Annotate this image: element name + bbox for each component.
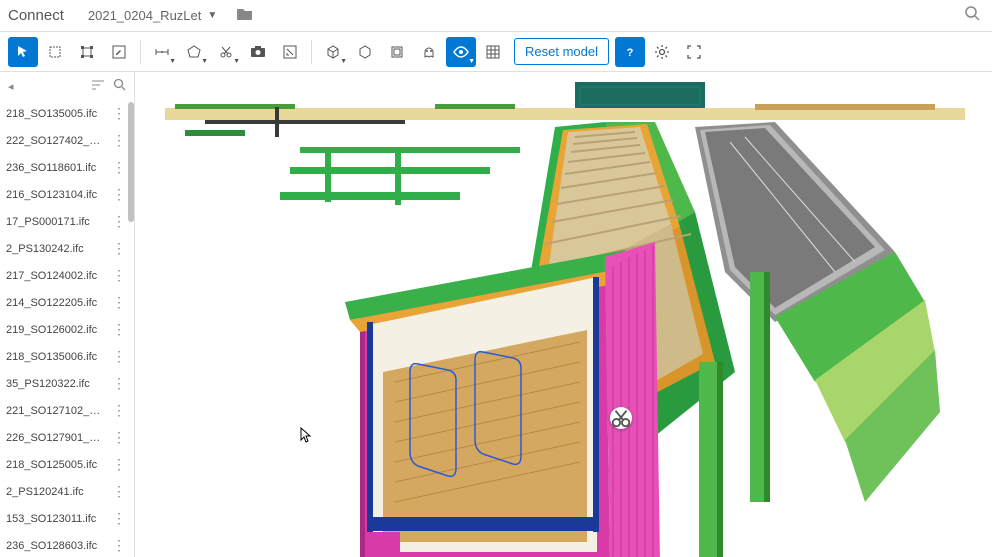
chevron-down-icon: ▼ xyxy=(233,58,240,65)
file-name-label: 218_SO125005.ifc xyxy=(6,459,97,471)
clip-tool[interactable]: ▼ xyxy=(211,37,241,67)
file-item[interactable]: 217_SO124002.ifc ⋮ xyxy=(0,262,134,289)
folder-icon[interactable] xyxy=(237,7,253,24)
file-item[interactable]: 2_PS120241.ifc ⋮ xyxy=(0,478,134,505)
more-icon[interactable]: ⋮ xyxy=(110,537,128,554)
file-name-label: 216_SO123104.ifc xyxy=(6,189,97,201)
file-name-label: 218_SO135006.ifc xyxy=(6,351,97,363)
file-name-label: 219_SO126002.ifc xyxy=(6,324,97,336)
more-icon[interactable]: ⋮ xyxy=(110,321,128,338)
chevron-down-icon: ▼ xyxy=(340,58,347,65)
settings-button[interactable] xyxy=(647,37,677,67)
more-icon[interactable]: ⋮ xyxy=(110,213,128,230)
project-name-label: 2021_0204_RuzLet xyxy=(88,8,202,23)
more-icon[interactable]: ⋮ xyxy=(110,483,128,500)
sidebar-header: ◂ xyxy=(0,72,134,100)
main-toolbar: ▼ ▼ ▼ ▼ ▼ Reset model ? xyxy=(0,32,992,72)
file-name-label: 218_SO135005.ifc xyxy=(6,108,97,120)
camera-tool[interactable] xyxy=(243,37,273,67)
file-name-label: 214_SO122205.ifc xyxy=(6,297,97,309)
more-icon[interactable]: ⋮ xyxy=(110,429,128,446)
more-icon[interactable]: ⋮ xyxy=(110,375,128,392)
file-item[interactable]: 35_PS120322.ifc ⋮ xyxy=(0,370,134,397)
file-name-label: 217_SO124002.ifc xyxy=(6,270,97,282)
file-item[interactable]: 236_SO118601.ifc ⋮ xyxy=(0,154,134,181)
more-icon[interactable]: ⋮ xyxy=(110,240,128,257)
file-item[interactable]: 222_SO127402_DM... ⋮ xyxy=(0,127,134,154)
file-item[interactable]: 218_SO135006.ifc ⋮ xyxy=(0,343,134,370)
edit-tool[interactable] xyxy=(104,37,134,67)
file-name-label: 221_SO127102_ZB_... xyxy=(6,405,106,417)
chevron-down-icon: ▼ xyxy=(207,10,217,21)
file-item[interactable]: 218_SO135005.ifc ⋮ xyxy=(0,100,134,127)
model-viewport[interactable] xyxy=(135,72,992,557)
file-name-label: 2_PS130242.ifc xyxy=(6,243,84,255)
select-tool[interactable] xyxy=(8,37,38,67)
scrollbar-thumb[interactable] xyxy=(128,102,134,222)
box-tool[interactable]: ▼ xyxy=(318,37,348,67)
file-item[interactable]: 153_SO123011.ifc ⋮ xyxy=(0,505,134,532)
more-icon[interactable]: ⋮ xyxy=(110,402,128,419)
measure-tool[interactable]: ▼ xyxy=(147,37,177,67)
file-name-label: 2_PS120241.ifc xyxy=(6,486,84,498)
file-name-label: 17_PS000171.ifc xyxy=(6,216,90,228)
more-icon[interactable]: ⋮ xyxy=(110,510,128,527)
file-item[interactable]: 221_SO127102_ZB_... ⋮ xyxy=(0,397,134,424)
file-list[interactable]: 218_SO135005.ifc⋮222_SO127402_DM...⋮236_… xyxy=(0,100,134,557)
more-icon[interactable]: ⋮ xyxy=(110,132,128,149)
file-name-label: 236_SO128603.ifc xyxy=(6,540,97,552)
more-icon[interactable]: ⋮ xyxy=(110,186,128,203)
transform-tool[interactable] xyxy=(72,37,102,67)
fullscreen-button[interactable] xyxy=(679,37,709,67)
ghost-tool[interactable] xyxy=(414,37,444,67)
more-icon[interactable]: ⋮ xyxy=(110,456,128,473)
file-name-label: 35_PS120322.ifc xyxy=(6,378,90,390)
more-icon[interactable]: ⋮ xyxy=(110,294,128,311)
help-button[interactable]: ? xyxy=(615,37,645,67)
more-icon[interactable]: ⋮ xyxy=(110,267,128,284)
section-marker-icon[interactable] xyxy=(610,407,632,429)
chevron-down-icon: ▼ xyxy=(201,58,208,65)
main-area: ◂ 218_SO135005.ifc⋮222_SO127402_DM...⋮23… xyxy=(0,72,992,557)
project-selector[interactable]: 2021_0204_RuzLet ▼ xyxy=(80,4,225,27)
svg-text:?: ? xyxy=(627,47,634,59)
chevron-down-icon: ▼ xyxy=(169,58,176,65)
file-item[interactable]: 219_SO126002.ifc ⋮ xyxy=(0,316,134,343)
file-item[interactable]: 2_PS130242.ifc ⋮ xyxy=(0,235,134,262)
more-icon[interactable]: ⋮ xyxy=(110,159,128,176)
collapse-icon[interactable]: ◂ xyxy=(8,80,14,93)
file-sidebar: ◂ 218_SO135005.ifc⋮222_SO127402_DM...⋮23… xyxy=(0,72,135,557)
chevron-down-icon: ▼ xyxy=(468,58,475,65)
file-item[interactable]: 218_SO125005.ifc ⋮ xyxy=(0,451,134,478)
file-item[interactable]: 17_PS000171.ifc ⋮ xyxy=(0,208,134,235)
search-icon[interactable] xyxy=(960,1,984,30)
more-icon[interactable]: ⋮ xyxy=(110,105,128,122)
file-name-label: 236_SO118601.ifc xyxy=(6,162,96,174)
app-title: Connect xyxy=(8,7,64,24)
file-item[interactable]: 214_SO122205.ifc ⋮ xyxy=(0,289,134,316)
visibility-tool[interactable]: ▼ xyxy=(446,37,476,67)
app-header: Connect 2021_0204_RuzLet ▼ xyxy=(0,0,992,32)
file-item[interactable]: 216_SO123104.ifc ⋮ xyxy=(0,181,134,208)
search-icon[interactable] xyxy=(113,78,126,94)
more-icon[interactable]: ⋮ xyxy=(110,348,128,365)
grid-tool[interactable] xyxy=(478,37,508,67)
file-item[interactable]: 236_SO128603.ifc ⋮ xyxy=(0,532,134,557)
file-name-label: 226_SO127901_DM... xyxy=(6,432,106,444)
rectangle-select-tool[interactable] xyxy=(40,37,70,67)
file-name-label: 153_SO123011.ifc xyxy=(6,513,96,525)
cube-outline-tool[interactable] xyxy=(350,37,380,67)
sort-icon[interactable] xyxy=(91,78,105,94)
shape-tool[interactable]: ▼ xyxy=(179,37,209,67)
file-name-label: 222_SO127402_DM... xyxy=(6,135,106,147)
reset-model-button[interactable]: Reset model xyxy=(514,38,609,65)
file-item[interactable]: 226_SO127901_DM... ⋮ xyxy=(0,424,134,451)
layers-tool[interactable] xyxy=(382,37,412,67)
annotate-tool[interactable] xyxy=(275,37,305,67)
